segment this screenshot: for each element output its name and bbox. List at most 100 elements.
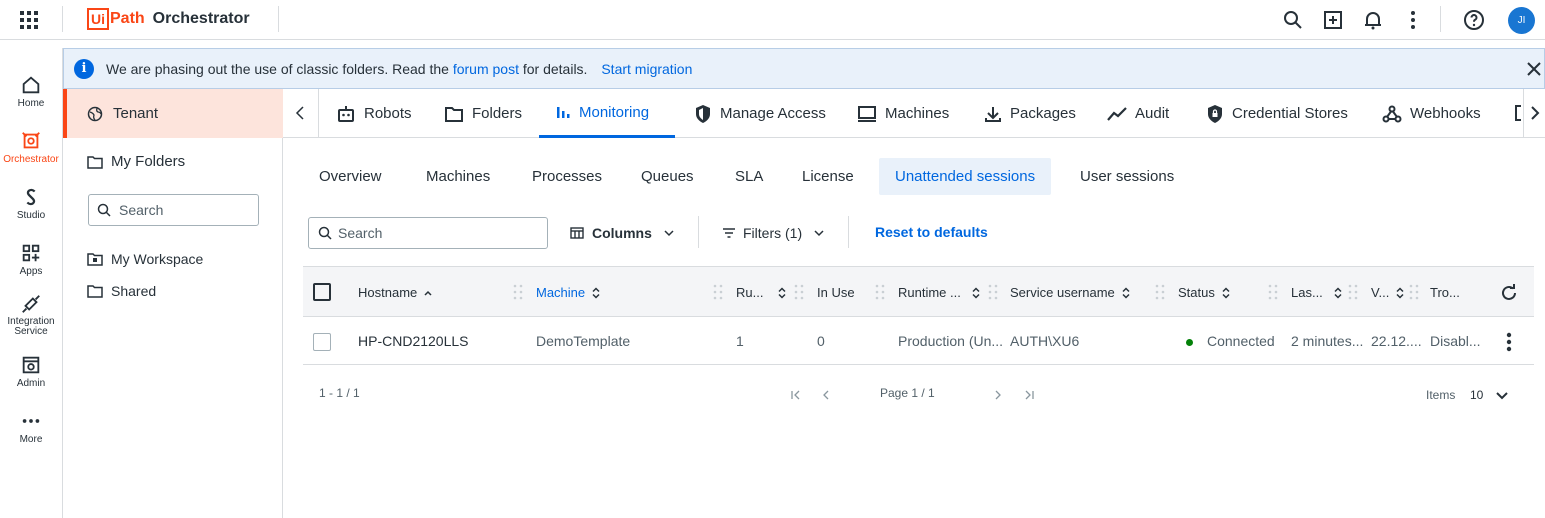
drag-handle-icon[interactable]	[1409, 284, 1419, 300]
row-more-icon[interactable]	[1499, 331, 1519, 353]
my-folders-item[interactable]: My Folders	[87, 153, 185, 170]
header-runtimes[interactable]: Ru...	[736, 285, 787, 300]
tab-webhooks[interactable]: Webhooks	[1382, 89, 1481, 138]
drag-handle-icon[interactable]	[713, 284, 723, 300]
row-checkbox[interactable]	[313, 333, 331, 351]
nav-admin[interactable]: Admin	[0, 354, 62, 389]
drag-handle-icon[interactable]	[794, 284, 804, 300]
tab-folders[interactable]: Folders	[444, 89, 522, 138]
columns-button[interactable]: Columns	[570, 217, 682, 249]
bell-icon[interactable]	[1361, 8, 1385, 32]
subtab-sla[interactable]: SLA	[735, 158, 763, 195]
sort-icon	[592, 286, 600, 299]
subtab-license[interactable]: License	[802, 158, 854, 195]
header-label: Service username	[1010, 285, 1115, 300]
left-nav: Home Orchestrator Studio Apps Integratio…	[0, 48, 63, 518]
robot-icon	[338, 105, 354, 122]
previous-page-icon[interactable]	[819, 388, 833, 402]
drag-handle-icon[interactable]	[875, 284, 885, 300]
table-row[interactable]: HP-CND2120LLS DemoTemplate 1 0 Productio…	[303, 317, 1534, 365]
cell-in-use: 0	[817, 333, 825, 349]
chevron-down-icon	[664, 230, 674, 237]
last-page-icon[interactable]	[1022, 388, 1036, 402]
subtab-queues[interactable]: Queues	[641, 158, 694, 195]
tab-robots[interactable]: Robots	[336, 89, 412, 138]
filters-button[interactable]: Filters (1)	[723, 217, 832, 249]
grid-header: Hostname Machine Ru... In Use Runtime ..…	[303, 266, 1534, 317]
subtab-unattended-sessions[interactable]: Unattended sessions	[879, 158, 1052, 195]
folder-item-my-workspace[interactable]: My Workspace	[87, 251, 203, 267]
items-per-page-value[interactable]: 10	[1470, 388, 1483, 402]
header-version[interactable]: V...	[1371, 285, 1405, 300]
subtab-overview[interactable]: Overview	[319, 158, 382, 195]
tab-label: Robots	[364, 105, 412, 122]
header-runtime-type[interactable]: Runtime ...	[898, 285, 981, 300]
header-last[interactable]: Las...	[1291, 285, 1343, 300]
avatar[interactable]: JI	[1508, 7, 1535, 34]
help-icon[interactable]	[1462, 8, 1486, 32]
start-migration-link[interactable]: Start migration	[601, 61, 692, 77]
reset-to-defaults-button[interactable]: Reset to defaults	[875, 224, 988, 240]
divider	[278, 6, 279, 32]
drag-handle-icon[interactable]	[1155, 284, 1165, 300]
drag-handle-icon[interactable]	[1268, 284, 1278, 300]
cell-troubleshooting: Disabl...	[1430, 333, 1481, 349]
tab-manage-access[interactable]: Manage Access	[694, 89, 826, 138]
download-icon	[985, 106, 1001, 122]
nav-apps[interactable]: Apps	[0, 242, 62, 277]
folder-item-shared[interactable]: Shared	[87, 283, 156, 299]
nav-orchestrator[interactable]: Orchestrator	[0, 130, 62, 165]
apps-grid-icon	[22, 244, 40, 262]
tab-audit[interactable]: Audit	[1107, 89, 1169, 138]
folder-search-input[interactable]: Search	[88, 194, 259, 226]
nav-more[interactable]: More	[0, 410, 62, 445]
uipath-logo[interactable]: Ui Path Orchestrator	[87, 8, 250, 30]
forum-post-link[interactable]: forum post	[453, 61, 519, 77]
grid-search-placeholder: Search	[338, 225, 383, 241]
header-in-use[interactable]: In Use	[817, 285, 855, 300]
cell-version: 22.12....	[1371, 333, 1422, 349]
next-page-icon[interactable]	[991, 388, 1005, 402]
nav-integration-service[interactable]: Integration Service	[0, 293, 62, 337]
tenant-item[interactable]: Tenant	[63, 89, 283, 138]
apps-icon[interactable]	[18, 9, 40, 31]
tab-label: Manage Access	[720, 105, 826, 122]
tabs-scroll-left[interactable]	[283, 89, 319, 138]
tab-packages[interactable]: Packages	[984, 89, 1076, 138]
chevron-down-icon[interactable]	[1495, 389, 1509, 403]
drag-handle-icon[interactable]	[1348, 284, 1358, 300]
subtab-user-sessions[interactable]: User sessions	[1080, 158, 1174, 195]
nav-home[interactable]: Home	[0, 74, 62, 109]
items-per-page-label: Items	[1426, 388, 1456, 402]
header-machine[interactable]: Machine	[536, 285, 601, 300]
grid-search-input[interactable]: Search	[308, 217, 548, 249]
nav-studio[interactable]: Studio	[0, 186, 62, 221]
add-icon[interactable]	[1321, 8, 1345, 32]
header-label: Las...	[1291, 285, 1323, 300]
header-hostname[interactable]: Hostname	[358, 285, 433, 300]
workspace-folder-icon	[87, 253, 103, 266]
close-icon[interactable]	[1524, 59, 1544, 79]
header-troubleshooting[interactable]: Tro...	[1430, 285, 1460, 300]
tab-label: Audit	[1135, 105, 1170, 122]
nav-integration-label: Integration Service	[7, 316, 55, 337]
more-vert-icon[interactable]	[1401, 8, 1425, 32]
tab-machines[interactable]: Machines	[857, 89, 949, 138]
columns-label: Columns	[592, 225, 652, 241]
tabs-scroll-right[interactable]	[1523, 89, 1545, 138]
first-page-icon[interactable]	[789, 388, 803, 402]
tab-monitoring[interactable]: Monitoring	[539, 89, 675, 138]
header-service-username[interactable]: Service username	[1010, 285, 1131, 300]
header-label: Hostname	[358, 285, 418, 300]
drag-handle-icon[interactable]	[988, 284, 998, 300]
drag-handle-icon[interactable]	[513, 284, 523, 300]
select-all-checkbox[interactable]	[313, 283, 331, 301]
search-icon[interactable]	[1281, 8, 1305, 32]
tab-credential-stores[interactable]: Credential Stores	[1206, 89, 1348, 138]
header-status[interactable]: Status	[1178, 285, 1231, 300]
classic-folders-banner: i We are phasing out the use of classic …	[63, 48, 1545, 89]
subtab-processes[interactable]: Processes	[532, 158, 602, 195]
subtab-machines[interactable]: Machines	[426, 158, 490, 195]
refresh-icon[interactable]	[1499, 283, 1519, 303]
sort-asc-icon	[424, 290, 432, 296]
